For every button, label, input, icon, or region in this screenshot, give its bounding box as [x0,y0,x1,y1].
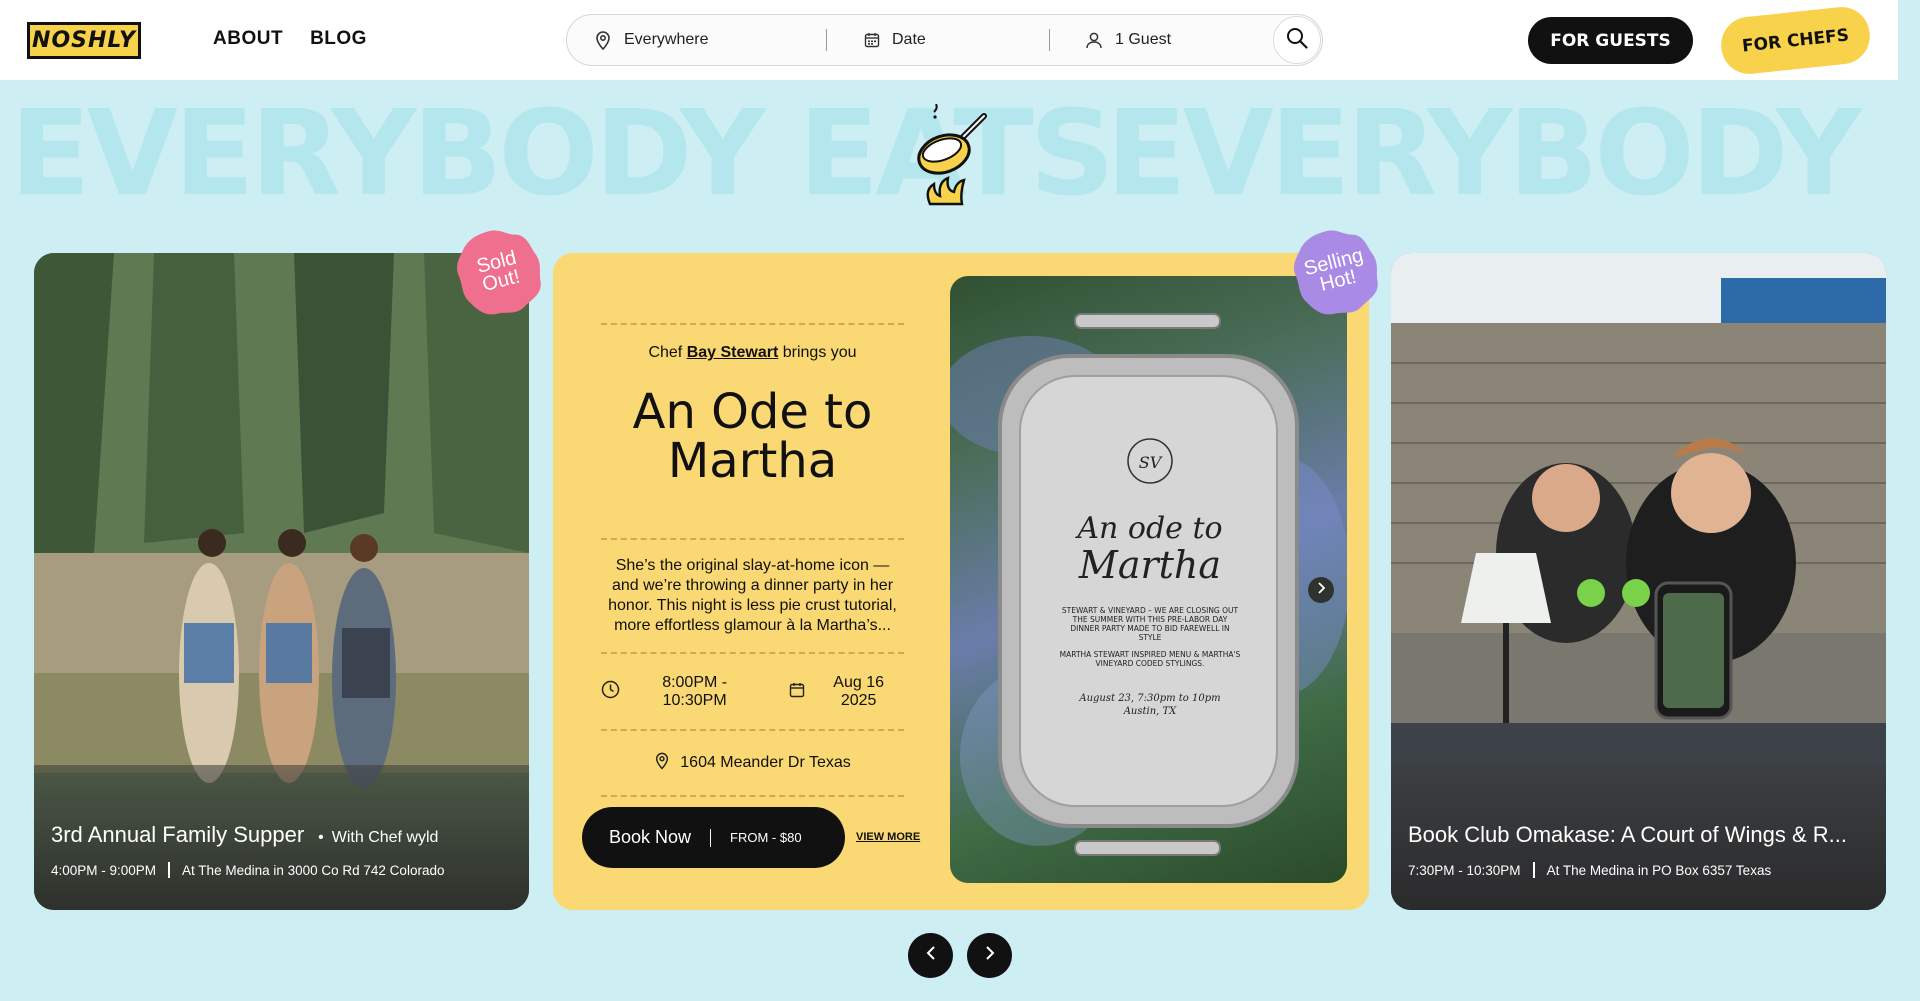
intro-suffix: brings you [782,344,857,361]
dashed-divider [601,795,904,797]
meta-divider [1532,862,1535,878]
event-schedule: 8:00PM - 10:30PM Aug 16 2025 [601,674,904,710]
event-time: 7:30PM - 10:30PM [1408,862,1521,878]
view-more-link[interactable]: VIEW MORE [856,831,920,843]
dashed-divider [601,323,904,325]
meta-divider [168,862,171,878]
chevron-left-icon [925,945,937,966]
location-pin-icon [594,30,612,50]
event-title: Book Club Omakase: A Court of Wings & R.… [1408,822,1847,847]
main-nav: ABOUT BLOG [213,28,367,50]
button-divider [710,828,712,847]
guests-value: 1 Guest [1115,31,1172,48]
search-divider [1049,29,1050,51]
invite-body-1: STEWART & VINEYARD – WE ARE CLOSING OUT … [1061,606,1239,642]
event-title: An Ode to Martha [632,384,873,489]
event-card-book-club[interactable]: Book Club Omakase: A Court of Wings & R.… [1391,253,1886,910]
calendar-icon [789,682,805,703]
book-now-label: Book Now [609,827,692,847]
logo-text: NOSHLY [32,28,136,53]
site-header: NOSHLY ABOUT BLOG Everywhere Date 1 Gues… [0,0,1898,80]
nav-blog[interactable]: BLOG [310,28,367,50]
dashed-divider [601,538,904,540]
event-card-family-supper[interactable]: 3rd Annual Family Supper With Chef wyld … [34,253,529,910]
invite-monogram: SV [1139,453,1163,472]
image-next-button[interactable] [1308,577,1334,603]
card-overlay: Book Club Omakase: A Court of Wings & R.… [1391,765,1886,910]
calendar-icon [864,32,880,48]
event-address: 1604 Meander Dr Texas [680,754,851,771]
chevron-right-icon [1316,581,1326,599]
event-time: 4:00PM - 9:00PM [51,862,157,878]
search-divider [826,29,827,51]
event-address-row: 1604 Meander Dr Texas [601,751,904,775]
chef-intro: Chef Bay Stewart brings you [601,344,904,362]
date-value: Date [892,31,926,48]
invite-title-line2: Martha [1078,543,1221,587]
silver-tray-invite: SV An ode to Martha STEWART & VINEYARD –… [950,313,1347,856]
intro-prefix: Chef [648,344,683,361]
search-bar: Everywhere Date 1 Guest [566,14,1323,66]
marquee-text: EVERYBODY EATS [1106,98,1898,208]
date-field[interactable]: Date [864,31,926,49]
carousel-prev-button[interactable] [908,933,953,978]
location-pin-icon [654,751,670,775]
invite-date-line: August 23, 7:30pm to 10pm [1078,693,1220,704]
location-field[interactable]: Everywhere [594,30,708,50]
clock-icon [601,680,620,704]
noshly-logo[interactable]: NOSHLY [27,22,141,59]
search-icon [1286,27,1308,54]
for-guests-button[interactable]: FOR GUESTS [1528,17,1693,64]
dashed-divider [601,729,904,731]
dashed-divider [601,652,904,654]
search-button[interactable] [1273,16,1321,64]
event-details: Chef Bay Stewart brings you An Ode to Ma… [601,323,904,797]
event-card-featured: Chef Bay Stewart brings you An Ode to Ma… [553,253,1369,910]
event-description: She’s the original slay-at-home icon — a… [608,557,897,634]
event-time: 8:00PM - 10:30PM [662,674,728,709]
event-chef: With Chef wyld [318,829,439,847]
carousel-next-button[interactable] [967,933,1012,978]
invite-body-2: MARTHA STEWART INSPIRED MENU & MARTHA'S … [1059,650,1241,668]
price-from: FROM - $80 [730,830,802,845]
event-date: Aug 16 2025 [833,674,885,709]
card-overlay: 3rd Annual Family Supper With Chef wyld … [34,765,529,910]
guests-field[interactable]: 1 Guest [1085,31,1171,49]
event-title: 3rd Annual Family Supper [51,822,305,847]
book-now-button[interactable]: Book Now FROM - $80 [582,807,845,868]
frying-pan-icon [914,103,994,210]
event-location: At The Medina in PO Box 6357 Texas [1546,862,1772,878]
chevron-right-icon [984,945,996,966]
invite-place-line: Austin, TX [1123,706,1177,717]
invite-title-line1: An ode to [1074,511,1222,546]
for-chefs-button[interactable]: FOR CHEFS [1718,4,1873,77]
user-icon [1085,31,1103,49]
location-value: Everywhere [624,31,709,48]
nav-about[interactable]: ABOUT [213,28,283,50]
event-invitation-image: SV An ode to Martha STEWART & VINEYARD –… [950,276,1347,883]
event-location: At The Medina in 3000 Co Rd 742 Colorado [182,862,445,878]
chef-name-link[interactable]: Bay Stewart [687,344,779,361]
